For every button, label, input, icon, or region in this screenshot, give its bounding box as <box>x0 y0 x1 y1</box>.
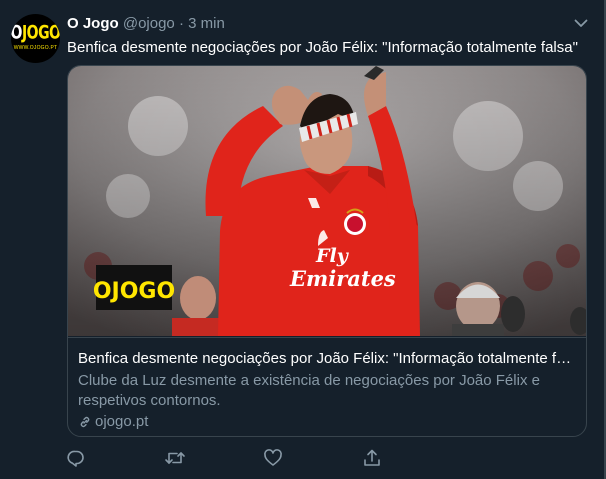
reply-icon[interactable] <box>64 446 88 470</box>
tweet[interactable]: OJOGO WWW.OJOGO.PT O Jogo @ojogo · 3 min… <box>0 0 606 479</box>
avatar-logo: OJOGO <box>11 22 60 44</box>
image-watermark-logo: OJOGO <box>93 265 175 310</box>
link-icon <box>80 416 90 428</box>
card-body[interactable]: Benfica desmente negociações por João Fé… <box>68 337 586 436</box>
tweet-header: O Jogo @ojogo · 3 min <box>67 15 225 33</box>
author-name[interactable]: O Jogo <box>67 15 119 32</box>
card-domain-text: ojogo.pt <box>95 413 149 430</box>
like-icon[interactable] <box>261 446 285 470</box>
retweet-icon[interactable] <box>163 446 187 470</box>
card-description: Clube da Luz desmente a existência de ne… <box>78 372 540 409</box>
card-domain: ojogo.pt <box>78 412 148 432</box>
link-card[interactable]: Fly Emirates OJOGO Benfica desmente nego… <box>67 65 587 437</box>
card-image[interactable]: Fly Emirates OJOGO <box>68 66 586 336</box>
chevron-down-icon[interactable] <box>572 14 590 32</box>
shirt-sponsor-line2: Emirates <box>289 266 396 291</box>
card-title: Benfica desmente negociações por João Fé… <box>78 350 578 367</box>
avatar[interactable]: OJOGO WWW.OJOGO.PT <box>11 14 60 63</box>
tweet-text: Benfica desmente negociações por João Fé… <box>67 39 578 56</box>
share-icon[interactable] <box>360 446 384 470</box>
svg-text:OJOGO: OJOGO <box>93 279 175 304</box>
tweet-actions <box>0 446 606 470</box>
author-handle[interactable]: @ojogo <box>123 15 175 32</box>
shirt-sponsor-line1: Fly <box>315 245 350 267</box>
tweet-timestamp[interactable]: 3 min <box>188 15 225 32</box>
avatar-logo-url: WWW.OJOGO.PT <box>13 45 58 51</box>
header-separator: · <box>178 15 184 32</box>
